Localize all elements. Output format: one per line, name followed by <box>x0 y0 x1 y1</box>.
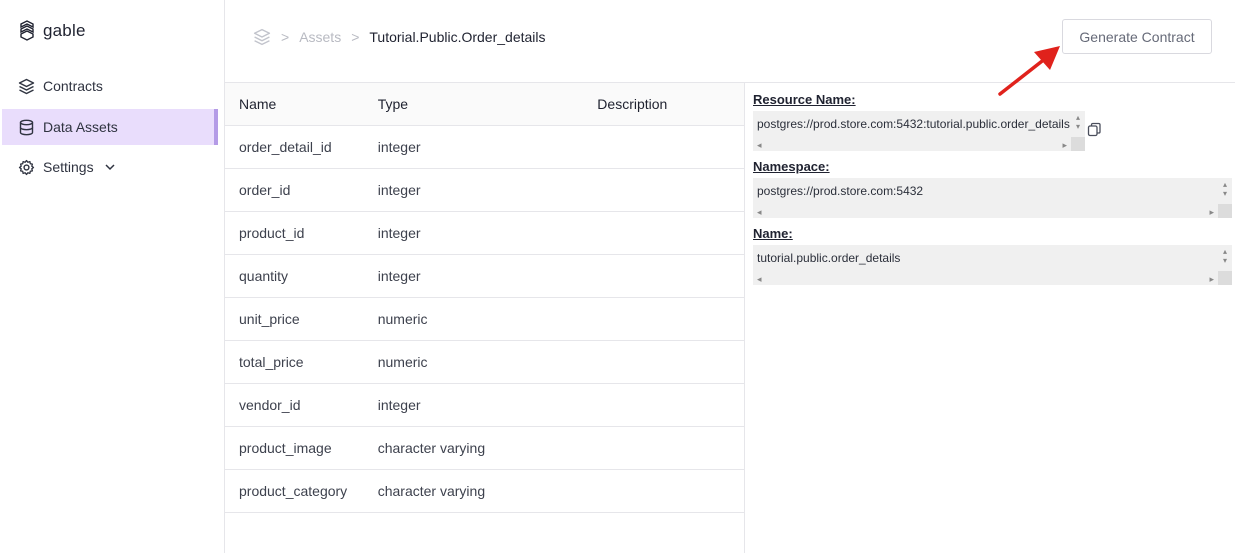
generate-contract-button[interactable]: Generate Contract <box>1062 19 1212 54</box>
cell-type: character varying <box>377 440 486 456</box>
sidebar-item-label: Data Assets <box>43 119 118 135</box>
table-row[interactable]: vendor_id integer <box>225 384 744 427</box>
name-field[interactable]: tutorial.public.order_details ◂ ▸ ▴ ▾ <box>753 245 1232 285</box>
table-row[interactable]: total_price numeric <box>225 341 744 384</box>
sidebar-item-label: Contracts <box>43 78 103 94</box>
annotation-arrow-icon <box>998 46 1060 96</box>
table-body: order_detail_id integer order_id integer pro… <box>225 126 744 513</box>
cell-type: numeric <box>377 354 428 370</box>
gable-logo-icon <box>20 20 34 41</box>
sidebar-item-data-assets[interactable]: Data Assets <box>2 109 218 145</box>
table-row[interactable]: order_detail_id integer <box>225 126 744 169</box>
chevron-right-icon: > <box>351 29 360 45</box>
database-icon <box>19 119 34 135</box>
asset-details-panel: Resource Name: postgres://prod.store.com… <box>753 92 1235 285</box>
cell-name: product_category <box>239 483 348 499</box>
vertical-scrollbar[interactable]: ▴ ▾ <box>1218 245 1232 285</box>
breadcrumb: > Assets > Tutorial.Public.Order_details <box>253 28 546 46</box>
cell-type: integer <box>377 139 421 155</box>
horizontal-scrollbar[interactable]: ◂ ▸ <box>753 139 1071 151</box>
column-header-name: Name <box>239 96 277 112</box>
breadcrumb-assets[interactable]: Assets <box>299 29 341 45</box>
vertical-scrollbar[interactable]: ▴ ▾ <box>1071 111 1085 151</box>
table-row[interactable]: order_id integer <box>225 169 744 212</box>
cell-name: product_id <box>239 225 305 241</box>
layers-icon <box>18 78 35 94</box>
cell-name: quantity <box>239 268 289 284</box>
chevron-down-icon[interactable] <box>104 161 116 173</box>
chevron-right-icon: > <box>281 29 290 45</box>
namespace-value: postgres://prod.store.com:5432 <box>757 184 924 198</box>
cell-name: vendor_id <box>239 397 301 413</box>
name-value: tutorial.public.order_details <box>757 251 901 265</box>
gear-icon <box>18 159 35 175</box>
top-header: > Assets > Tutorial.Public.Order_details… <box>225 0 1235 83</box>
table-row[interactable]: unit_price numeric <box>225 298 744 341</box>
table-row[interactable]: product_category character varying <box>225 470 744 513</box>
sidebar: gable Contracts Data Assets Settings <box>0 0 225 553</box>
sidebar-item-label: Settings <box>43 159 94 175</box>
name-label: Name: <box>753 226 793 241</box>
cell-name: product_image <box>239 440 332 456</box>
sidebar-item-settings[interactable]: Settings <box>0 149 216 185</box>
cell-name: total_price <box>239 354 304 370</box>
cell-name: unit_price <box>239 311 300 327</box>
namespace-label: Namespace: <box>753 159 830 174</box>
table-row[interactable]: product_image character varying <box>225 427 744 470</box>
vertical-scrollbar[interactable]: ▴ ▾ <box>1218 178 1232 218</box>
cell-type: integer <box>377 268 421 284</box>
cell-name: order_id <box>239 182 291 198</box>
namespace-field[interactable]: postgres://prod.store.com:5432 ◂ ▸ ▴ ▾ <box>753 178 1232 218</box>
column-header-type: Type <box>377 96 409 112</box>
column-header-description: Description <box>597 96 668 112</box>
cell-type: character varying <box>377 483 486 499</box>
cell-name: order_detail_id <box>239 139 332 155</box>
cell-type: integer <box>377 225 421 241</box>
resource-name-label: Resource Name: <box>753 92 856 107</box>
sidebar-item-contracts[interactable]: Contracts <box>0 68 216 104</box>
horizontal-scrollbar[interactable]: ◂ ▸ <box>753 206 1218 218</box>
horizontal-scrollbar[interactable]: ◂ ▸ <box>753 273 1218 285</box>
cell-type: integer <box>377 397 421 413</box>
table-row[interactable]: quantity integer <box>225 255 744 298</box>
resource-name-value: postgres://prod.store.com:5432:tutorial.… <box>757 117 1070 131</box>
table-row[interactable]: product_id integer <box>225 212 744 255</box>
resource-name-field[interactable]: postgres://prod.store.com:5432:tutorial.… <box>753 111 1085 151</box>
table-header: Name Type Description <box>225 83 744 126</box>
app-name: gable <box>43 21 86 40</box>
schema-table: Name Type Description order_detail_idint… <box>225 83 745 553</box>
cell-type: integer <box>377 182 421 198</box>
app-logo[interactable]: gable <box>17 20 86 42</box>
layers-icon[interactable] <box>253 28 271 46</box>
breadcrumb-current: Tutorial.Public.Order_details <box>369 29 546 45</box>
cell-type: numeric <box>377 311 428 327</box>
copy-icon[interactable] <box>1087 122 1102 137</box>
